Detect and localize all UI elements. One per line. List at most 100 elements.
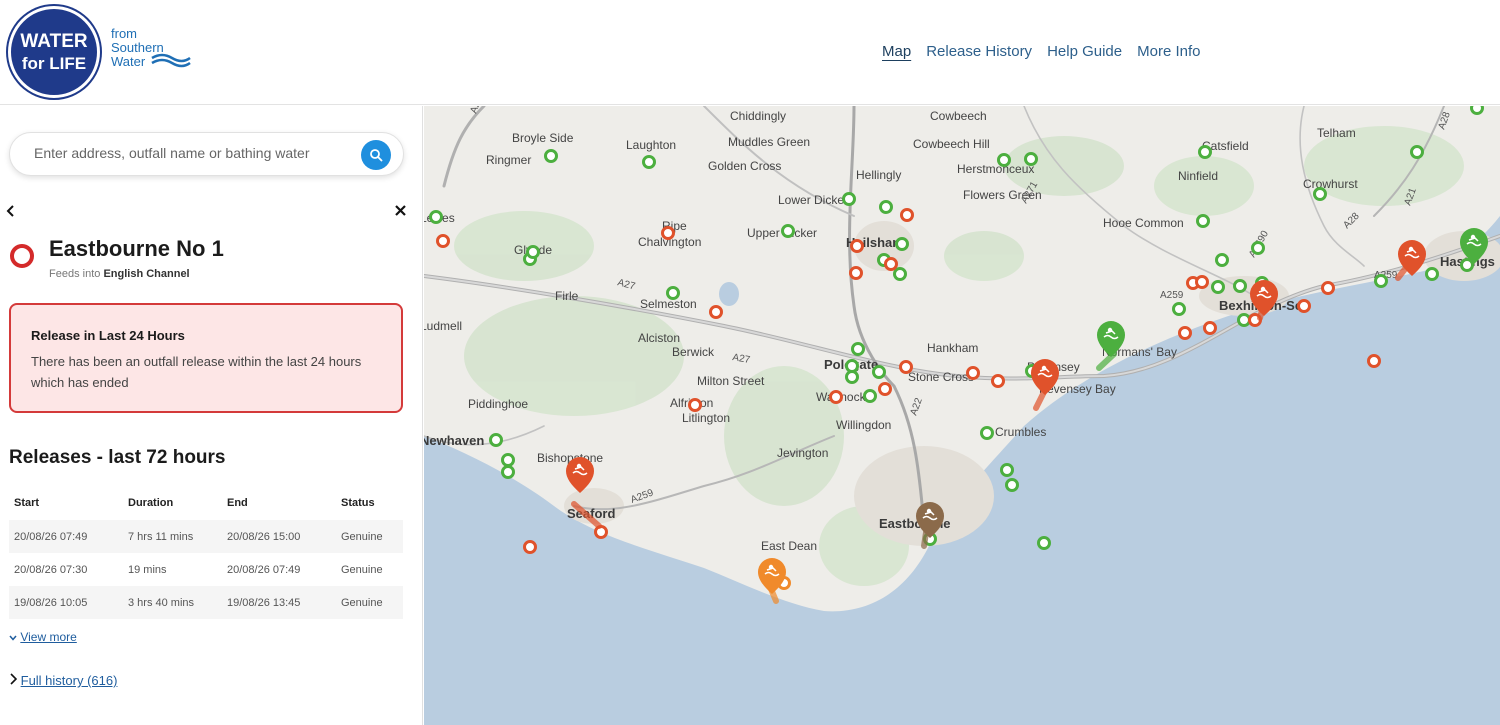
feeds-target: English Channel xyxy=(103,268,190,280)
outfall-map[interactable]: Chiddingly Cowbeech Broyle Side Laughton… xyxy=(424,106,1500,725)
svg-text:Litlington: Litlington xyxy=(682,411,730,425)
outfall-marker xyxy=(666,286,680,300)
full-history-link[interactable]: Full history (616) xyxy=(9,673,117,688)
svg-text:Alciston: Alciston xyxy=(638,331,680,345)
outfall-marker xyxy=(1195,275,1209,289)
table-row: 19/08/26 10:05 3 hrs 40 mins 19/08/26 13… xyxy=(9,586,403,619)
outfall-marker xyxy=(872,365,886,379)
brand-from: from xyxy=(111,26,137,41)
cell-status: Genuine xyxy=(336,586,403,619)
water-for-life-logo[interactable]: WATER for LIFE xyxy=(8,6,100,98)
svg-text:Golden Cross: Golden Cross xyxy=(708,159,781,173)
cell-status: Genuine xyxy=(336,520,403,553)
top-header: WATER for LIFE from Southern Water Map R… xyxy=(0,0,1500,105)
svg-text:A259: A259 xyxy=(1160,290,1184,301)
nav-map[interactable]: Map xyxy=(882,43,911,60)
outfall-sidebar: Eastbourne No 1 Feeds into English Chann… xyxy=(0,106,423,725)
outfall-marker xyxy=(688,398,702,412)
svg-text:for LIFE: for LIFE xyxy=(22,54,86,73)
outfall-marker xyxy=(544,149,558,163)
outfall-marker xyxy=(501,453,515,467)
outfall-marker xyxy=(1000,463,1014,477)
search-button[interactable] xyxy=(361,140,391,170)
outfall-marker xyxy=(991,374,1005,388)
map-canvas[interactable]: Chiddingly Cowbeech Broyle Side Laughton… xyxy=(424,106,1500,725)
search-input[interactable] xyxy=(34,145,354,161)
outfall-marker xyxy=(1374,274,1388,288)
nav-more-info[interactable]: More Info xyxy=(1137,43,1200,60)
svg-text:Milton Street: Milton Street xyxy=(697,374,765,388)
outfall-marker xyxy=(1425,267,1439,281)
outfall-marker xyxy=(1172,302,1186,316)
releases-table: Start Duration End Status 20/08/26 07:49… xyxy=(9,486,403,619)
outfall-marker xyxy=(1211,280,1225,294)
outfall-marker xyxy=(1313,187,1327,201)
alert-heading: Release in Last 24 Hours xyxy=(31,328,185,343)
cell-start: 20/08/26 07:49 xyxy=(9,520,123,553)
nav-help-guide[interactable]: Help Guide xyxy=(1047,43,1122,60)
search-box xyxy=(9,132,404,176)
outfall-marker xyxy=(884,257,898,271)
outfall-marker xyxy=(642,155,656,169)
svg-text:Broyle Side: Broyle Side xyxy=(512,131,574,145)
outfall-marker xyxy=(842,192,856,206)
svg-text:Cowbeech Hill: Cowbeech Hill xyxy=(913,137,990,151)
svg-text:Jevington: Jevington xyxy=(777,446,828,460)
svg-text:Crowhurst: Crowhurst xyxy=(1303,177,1358,191)
alert-body: There has been an outfall release within… xyxy=(31,354,362,390)
outfall-marker xyxy=(709,305,723,319)
col-status: Status xyxy=(341,497,375,509)
outfall-marker xyxy=(849,266,863,280)
main-nav: Map Release History Help Guide More Info xyxy=(882,43,1200,60)
svg-text:Piddinghoe: Piddinghoe xyxy=(468,397,528,411)
outfall-marker xyxy=(829,390,843,404)
view-more-link[interactable]: View more xyxy=(9,630,77,644)
svg-text:Chiddingly: Chiddingly xyxy=(730,109,786,123)
svg-text:Hankham: Hankham xyxy=(927,341,978,355)
outfall-marker xyxy=(1215,253,1229,267)
search-icon xyxy=(370,149,383,162)
releases-title: Releases - last 72 hours xyxy=(9,447,226,468)
close-icon[interactable] xyxy=(395,203,406,221)
svg-text:Selmeston: Selmeston xyxy=(640,297,697,311)
outfall-marker xyxy=(781,224,795,238)
outfall-marker xyxy=(893,267,907,281)
outfall-marker xyxy=(436,234,450,248)
svg-text:Cowbeech: Cowbeech xyxy=(930,109,987,123)
svg-text:Hellingly: Hellingly xyxy=(856,168,901,182)
feeds-into: Feeds into English Channel xyxy=(49,268,190,280)
cell-status: Genuine xyxy=(336,553,403,586)
wave-icon xyxy=(151,53,191,68)
chevron-down-icon xyxy=(9,635,17,641)
chevron-left-icon[interactable] xyxy=(6,204,16,222)
outfall-marker xyxy=(1237,313,1251,327)
outfall-marker xyxy=(1196,214,1210,228)
svg-text:Herstmonceux: Herstmonceux xyxy=(957,162,1034,176)
nav-release-history[interactable]: Release History xyxy=(926,43,1032,60)
cell-duration: 7 hrs 11 mins xyxy=(123,520,222,553)
outfall-marker xyxy=(1024,152,1038,166)
outfall-marker xyxy=(966,366,980,380)
cell-duration: 19 mins xyxy=(123,553,222,586)
outfall-marker xyxy=(895,237,909,251)
table-header-row: Start Duration End Status xyxy=(9,486,403,520)
outfall-marker xyxy=(980,426,994,440)
outfall-marker xyxy=(850,239,864,253)
outfall-marker xyxy=(879,200,893,214)
outfall-marker xyxy=(1321,281,1335,295)
svg-text:Muddles Green: Muddles Green xyxy=(728,135,810,149)
outfall-marker xyxy=(523,540,537,554)
svg-text:Laughton: Laughton xyxy=(626,138,676,152)
outfall-marker xyxy=(845,370,859,384)
outfall-marker xyxy=(489,433,503,447)
outfall-marker xyxy=(1470,106,1484,115)
svg-text:East Dean: East Dean xyxy=(761,539,817,553)
col-duration: Duration xyxy=(128,497,174,509)
outfall-marker xyxy=(1178,326,1192,340)
col-start: Start xyxy=(14,497,40,509)
outfall-marker xyxy=(845,359,859,373)
table-row: 20/08/26 07:49 7 hrs 11 mins 20/08/26 15… xyxy=(9,520,403,553)
view-more-label: View more xyxy=(20,630,77,644)
outfall-marker xyxy=(1203,321,1217,335)
outfall-marker xyxy=(851,342,865,356)
